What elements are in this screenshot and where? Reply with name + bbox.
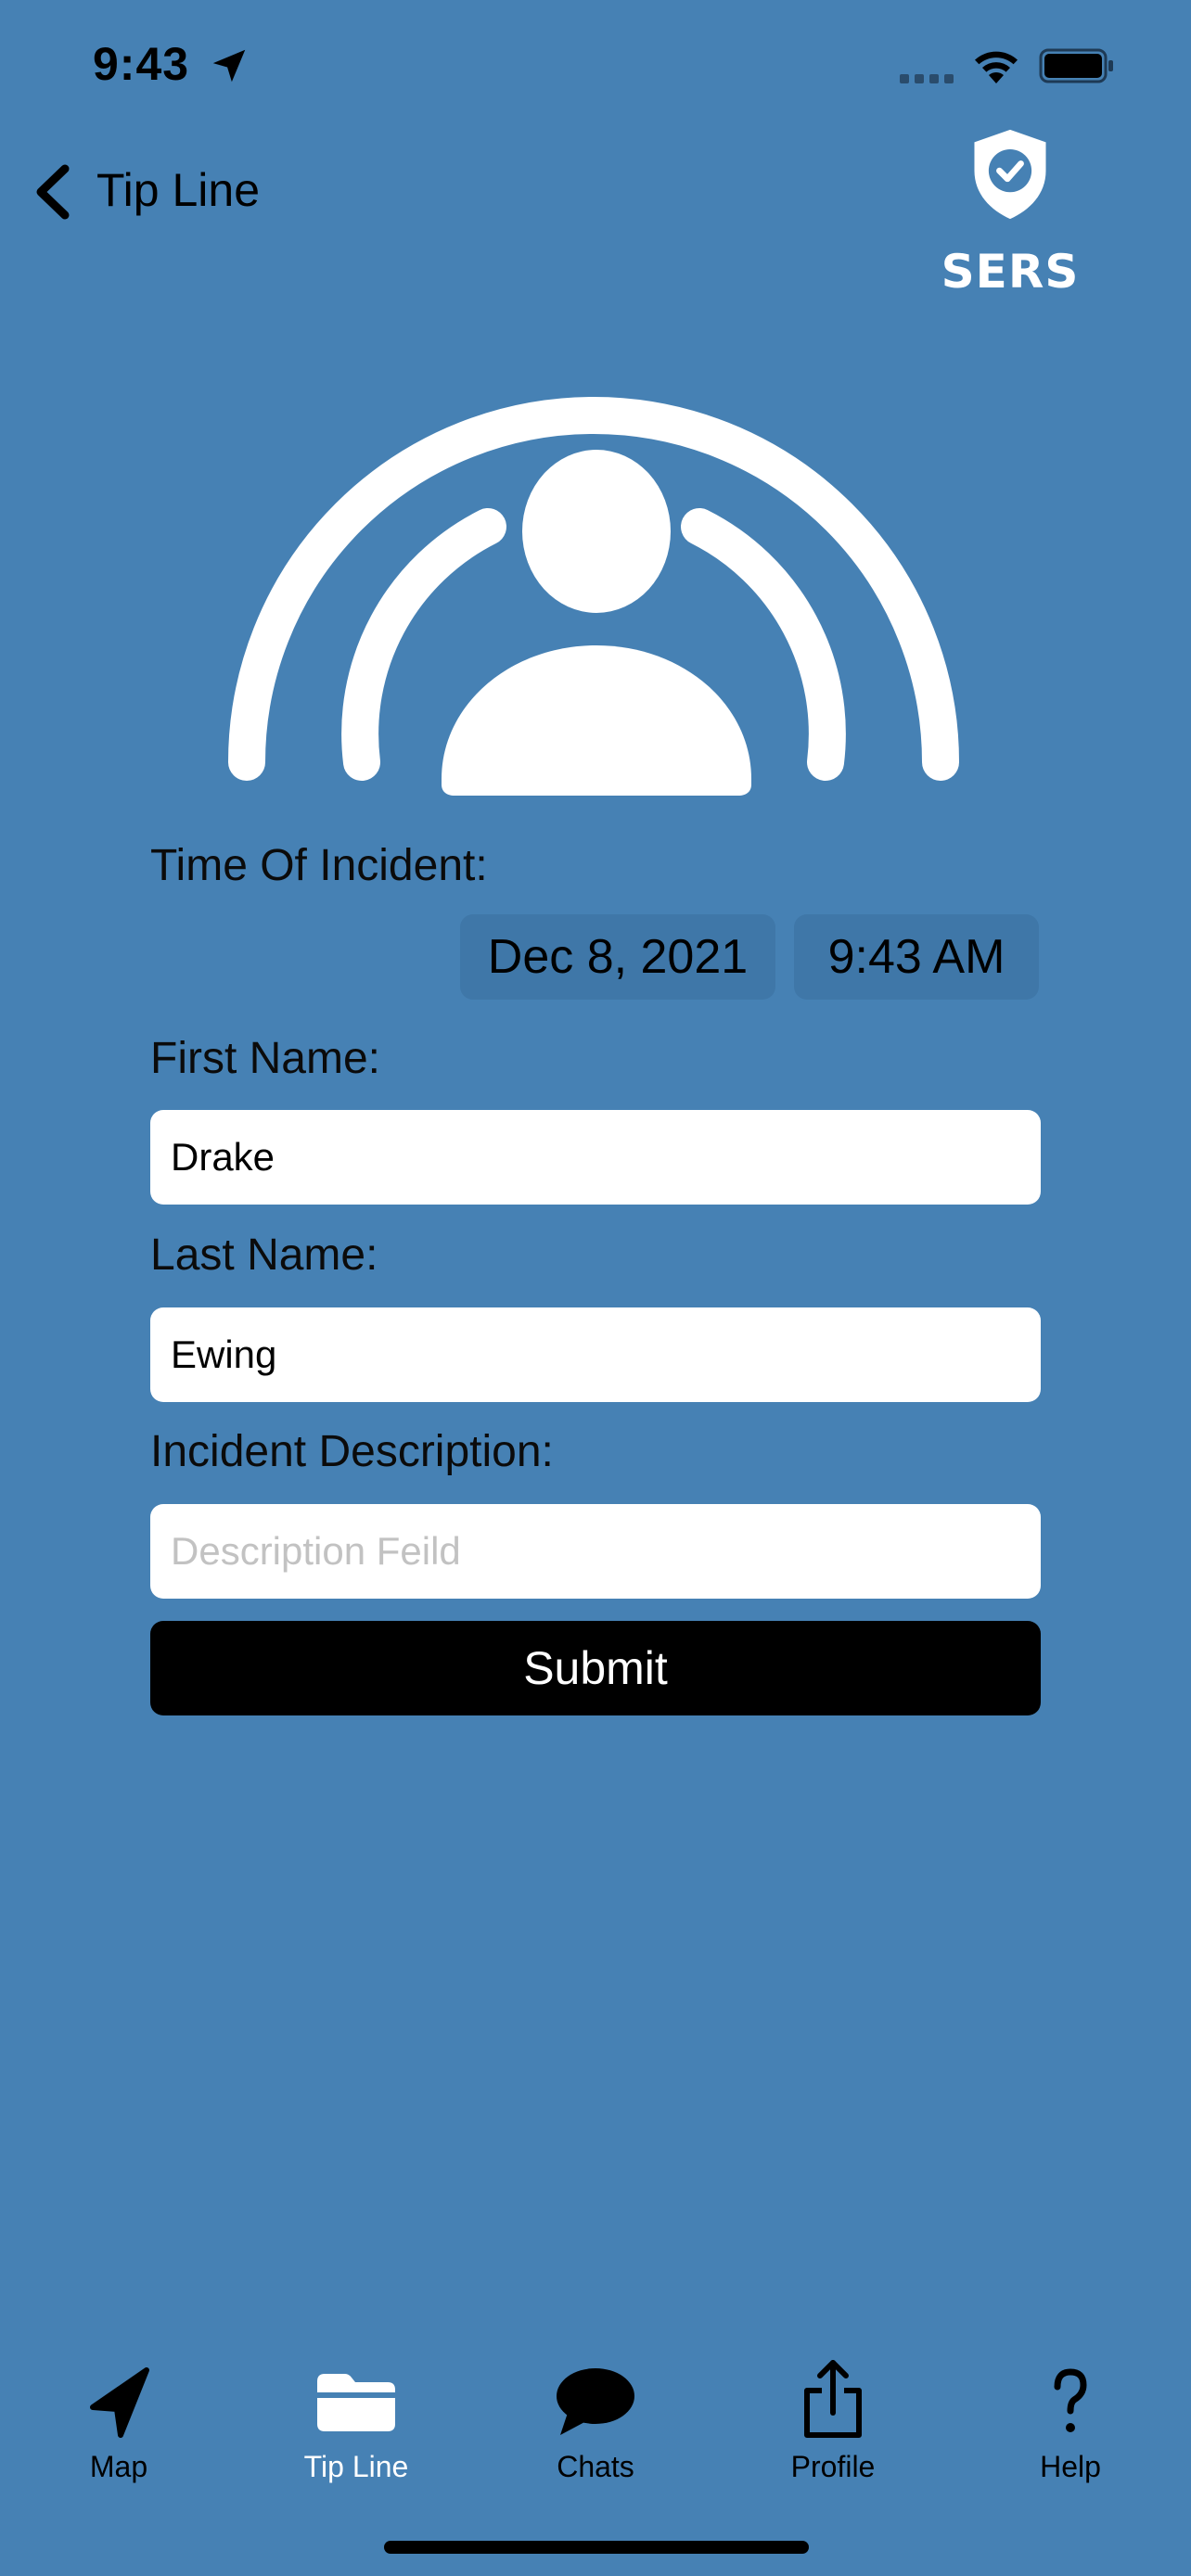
back-chevron-icon[interactable] <box>32 163 72 221</box>
wifi-icon <box>975 51 1018 83</box>
first-name-label: First Name: <box>150 1034 381 1083</box>
last-name-label: Last Name: <box>150 1231 378 1280</box>
location-services-icon <box>212 49 246 83</box>
status-time: 9:43 <box>93 38 190 90</box>
tab-map-label: Map <box>89 2450 148 2483</box>
share-icon <box>804 2360 862 2438</box>
folder-icon <box>317 2374 395 2431</box>
location-arrow-icon <box>90 2367 149 2438</box>
person-broadcast-icon <box>228 397 959 796</box>
time-picker[interactable]: 9:43 AM <box>794 914 1039 1000</box>
chat-bubble-icon <box>557 2368 634 2435</box>
tab-profile-label: Profile <box>790 2450 876 2483</box>
tab-chats[interactable]: Chats <box>512 2355 679 2484</box>
first-name-field[interactable] <box>150 1110 1041 1205</box>
date-picker[interactable]: Dec 8, 2021 <box>460 914 775 1000</box>
tab-tip-line-label: Tip Line <box>303 2450 409 2483</box>
home-indicator[interactable] <box>384 2541 809 2554</box>
tab-profile[interactable]: Profile <box>749 2355 916 2484</box>
back-button[interactable]: Tip Line <box>96 163 260 217</box>
last-name-field[interactable] <box>150 1307 1041 1402</box>
incident-description-label: Incident Description: <box>150 1427 554 1476</box>
tab-help-label: Help <box>1040 2450 1101 2483</box>
tab-chats-label: Chats <box>557 2450 634 2483</box>
shield-check-icon <box>974 129 1046 220</box>
description-field[interactable] <box>150 1504 1041 1599</box>
question-mark-icon <box>1054 2368 1087 2432</box>
time-of-incident-label: Time Of Incident: <box>150 841 488 890</box>
tab-tip-line[interactable]: Tip Line <box>273 2355 440 2484</box>
battery-icon <box>1039 48 1113 83</box>
logo-text: SERS <box>941 245 1080 299</box>
tab-help[interactable]: Help <box>987 2355 1154 2484</box>
submit-button[interactable]: Submit <box>150 1621 1041 1715</box>
cellular-signal-icon <box>900 74 954 83</box>
tab-map[interactable]: Map <box>35 2355 202 2484</box>
